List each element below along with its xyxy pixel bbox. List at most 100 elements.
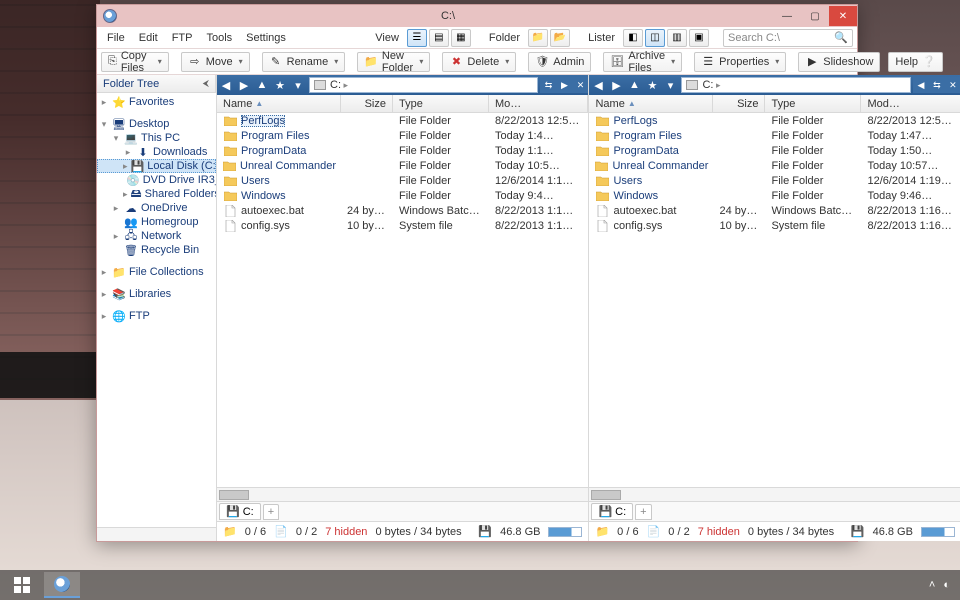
tree-network[interactable]: ▸🖧Network [97, 229, 216, 243]
col-type[interactable]: Type [765, 95, 861, 112]
tree-dvd[interactable]: 💿DVD Drive IR3_CE… [97, 173, 216, 187]
tree-onedrive[interactable]: ▸☁OneDrive [97, 201, 216, 215]
titlebar[interactable]: C:\ — ▢ ✕ [97, 5, 857, 27]
close-pane-icon[interactable]: ✕ [572, 77, 588, 93]
nav-fav-icon[interactable]: ★ [271, 76, 289, 94]
tree-favorites[interactable]: ▸⭐Favorites [97, 95, 216, 109]
nav-fav-icon[interactable]: ★ [643, 76, 661, 94]
file-row[interactable]: UsersFile Folder12/6/2014 1:19… [589, 173, 960, 188]
nav-recent-icon[interactable]: ▾ [661, 76, 679, 94]
right-hscroll[interactable] [589, 487, 960, 501]
view-details-icon[interactable]: ☰ [407, 29, 427, 47]
menu-edit[interactable]: Edit [133, 30, 164, 46]
file-row[interactable]: autoexec.bat24 bytesWindows Batch File8/… [217, 203, 588, 218]
swap-icon[interactable]: ⇆ [540, 77, 556, 93]
lister-dual-icon[interactable]: ◫ [645, 29, 665, 47]
tree-shared[interactable]: ▸🖴Shared Folders (\\… [97, 187, 216, 201]
view-thumb-icon[interactable]: ▦ [451, 29, 471, 47]
copy-right-icon[interactable]: ▶ [556, 77, 572, 93]
tray-app-icon[interactable]: ◐ [943, 579, 950, 591]
menu-tools[interactable]: Tools [200, 30, 238, 46]
tree-desktop[interactable]: ▾🖥Desktop [97, 117, 216, 131]
nav-back-icon[interactable]: ◀ [217, 76, 235, 94]
file-row[interactable]: Program FilesFile FolderToday 1:47… [589, 128, 960, 143]
file-row[interactable]: config.sys10 bytesSystem file8/22/2013 1… [217, 218, 588, 233]
tree-localdisk[interactable]: ▸💾Local Disk (C:) [97, 159, 216, 173]
tree-hscroll[interactable] [97, 527, 216, 541]
tree-recycle[interactable]: 🗑Recycle Bin [97, 243, 216, 257]
move-button[interactable]: ⇨Move▾ [181, 52, 250, 72]
file-row[interactable]: ProgramDataFile FolderToday 1:1… [217, 143, 588, 158]
file-row[interactable]: WindowsFile FolderToday 9:46… [589, 188, 960, 203]
swap-icon[interactable]: ⇆ [929, 77, 945, 93]
col-size[interactable]: Size [713, 95, 765, 112]
tree-downloads[interactable]: ▸⬇Downloads [97, 145, 216, 159]
file-row[interactable]: PerfLogsFile Folder8/22/2013 12:5… [217, 113, 588, 128]
drive-tab[interactable]: 💾C: [591, 503, 633, 520]
taskbar[interactable]: ˄ ◐ [0, 570, 960, 600]
left-hscroll[interactable] [217, 487, 588, 501]
close-button[interactable]: ✕ [829, 6, 857, 26]
file-row[interactable]: PerfLogsFile Folder8/22/2013 12:50… [589, 113, 960, 128]
add-tab-button[interactable]: + [263, 504, 279, 520]
system-tray[interactable]: ˄ ◐ [929, 579, 956, 591]
tree-collections[interactable]: ▸📁File Collections [97, 265, 216, 279]
lister-opt3-icon[interactable]: ▥ [667, 29, 687, 47]
copy-left-icon[interactable]: ◀ [913, 77, 929, 93]
view-list-icon[interactable]: ▤ [429, 29, 449, 47]
folder-opt1-icon[interactable]: 📁 [528, 29, 548, 47]
search-input[interactable]: Search C:\ 🔍 [723, 29, 853, 47]
file-row[interactable]: UsersFile Folder12/6/2014 1:1… [217, 173, 588, 188]
nav-up-icon[interactable]: ▲ [625, 76, 643, 94]
col-size[interactable]: Size [341, 95, 393, 112]
file-row[interactable]: ProgramDataFile FolderToday 1:50… [589, 143, 960, 158]
nav-fwd-icon[interactable]: ▶ [235, 76, 253, 94]
lister-opt4-icon[interactable]: ▣ [689, 29, 709, 47]
file-row[interactable]: autoexec.bat24 bytesWindows Batch File8/… [589, 203, 960, 218]
tree-thispc[interactable]: ▾💻This PC [97, 131, 216, 145]
slideshow-button[interactable]: ▶Slideshow [798, 52, 880, 72]
file-row[interactable]: Unreal CommanderFile FolderToday 10:5… [217, 158, 588, 173]
col-modified[interactable]: Mo… [489, 95, 588, 112]
col-name[interactable]: Name▲ [217, 95, 341, 112]
nav-back-icon[interactable]: ◀ [589, 76, 607, 94]
col-type[interactable]: Type [393, 95, 489, 112]
folder-opt2-icon[interactable]: 📂 [550, 29, 570, 47]
right-path-field[interactable]: C: [681, 77, 910, 93]
minimize-button[interactable]: — [773, 6, 801, 26]
nav-up-icon[interactable]: ▲ [253, 76, 271, 94]
rename-button[interactable]: ✎Rename▾ [262, 52, 346, 72]
nav-fwd-icon[interactable]: ▶ [607, 76, 625, 94]
close-pane-icon[interactable]: ✕ [945, 77, 960, 93]
properties-button[interactable]: ☰Properties▾ [694, 52, 786, 72]
col-name[interactable]: Name▲ [589, 95, 713, 112]
start-button[interactable] [4, 572, 40, 598]
menu-settings[interactable]: Settings [240, 30, 292, 46]
tree-homegroup[interactable]: 👥Homegroup [97, 215, 216, 229]
copy-button[interactable]: ⎘Copy Files▾ [101, 52, 169, 72]
maximize-button[interactable]: ▢ [801, 6, 829, 26]
drive-tab[interactable]: 💾C: [219, 503, 261, 520]
file-row[interactable]: config.sys10 bytesSystem file8/22/2013 1… [589, 218, 960, 233]
menu-ftp[interactable]: FTP [166, 30, 199, 46]
archive-button[interactable]: 🗄Archive Files▾ [603, 52, 682, 72]
taskbar-app-button[interactable] [44, 572, 80, 598]
admin-button[interactable]: 🛡Admin [528, 52, 591, 72]
add-tab-button[interactable]: + [635, 504, 651, 520]
left-filelist[interactable]: PerfLogsFile Folder8/22/2013 12:5…Progra… [217, 113, 588, 487]
delete-button[interactable]: ✖Delete▾ [442, 52, 516, 72]
col-modified[interactable]: Mod… [861, 95, 960, 112]
tree-collapse-icon[interactable]: ⮜ [203, 78, 209, 89]
file-row[interactable]: Program FilesFile FolderToday 1:4… [217, 128, 588, 143]
tree-libraries[interactable]: ▸📚Libraries [97, 287, 216, 301]
newfolder-button[interactable]: 📁New Folder▾ [357, 52, 430, 72]
file-row[interactable]: Unreal CommanderFile FolderToday 10:57… [589, 158, 960, 173]
help-button[interactable]: Help❔ [888, 52, 943, 72]
nav-recent-icon[interactable]: ▾ [289, 76, 307, 94]
right-filelist[interactable]: PerfLogsFile Folder8/22/2013 12:50…Progr… [589, 113, 960, 487]
left-path-field[interactable]: C: [309, 77, 538, 93]
file-row[interactable]: WindowsFile FolderToday 9:4… [217, 188, 588, 203]
lister-single-icon[interactable]: ◧ [623, 29, 643, 47]
menu-file[interactable]: File [101, 30, 131, 46]
tree-ftp[interactable]: ▸🌐FTP [97, 309, 216, 323]
